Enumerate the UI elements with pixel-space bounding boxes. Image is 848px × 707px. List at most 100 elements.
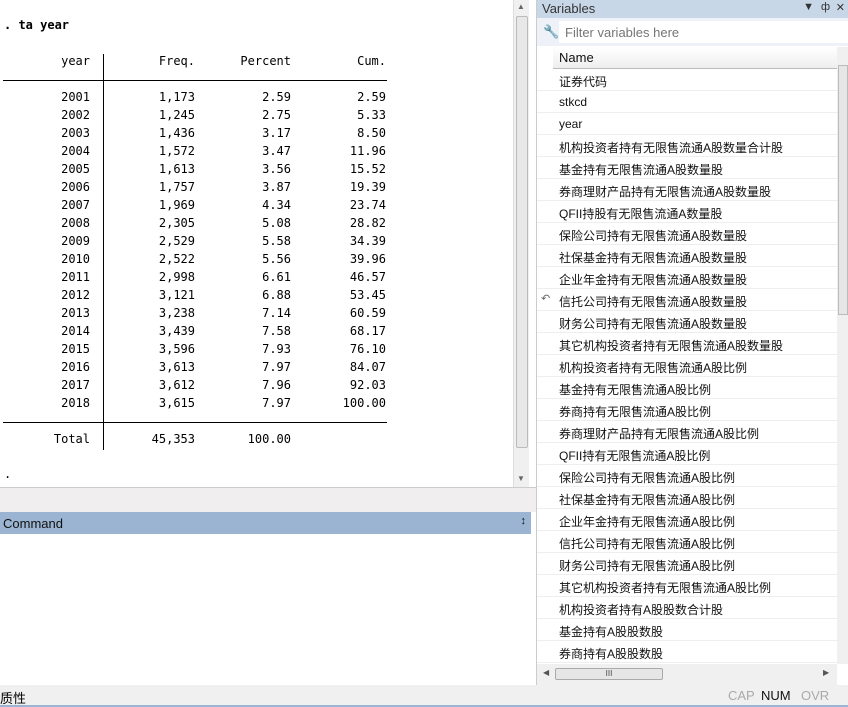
variable-item[interactable]: 财务公司持有无限售流通A股数量股 [537, 311, 837, 333]
filter-funnel-icon[interactable]: ▼ [803, 1, 814, 13]
results-scrollbar[interactable]: ▲ ▼ [513, 0, 529, 487]
close-icon[interactable]: ✕ [836, 1, 845, 14]
variable-name: 财务公司持有无限售流通A股比例 [559, 559, 736, 573]
cell: 84.07 [349, 360, 386, 374]
scroll-thumb[interactable]: III [555, 668, 663, 680]
cell: 2,998 [158, 270, 195, 284]
variable-name: QFII持有无限售流通A股比例 [559, 449, 711, 463]
variable-item[interactable]: QFII持股有无限售流通A数量股 [537, 201, 837, 223]
scroll-up-icon[interactable]: ▲ [514, 2, 528, 11]
variable-item[interactable]: 保险公司持有无限售流通A股数量股 [537, 223, 837, 245]
cell: 1,613 [158, 162, 195, 176]
cell: 5.56 [262, 252, 291, 266]
table-row: 2012 3,121 6.88 53.45 [0, 288, 400, 306]
cell: 3.56 [262, 162, 291, 176]
variable-item[interactable]: 基金持有A股股数股 [537, 619, 837, 641]
cell: Freq. [158, 54, 195, 68]
variable-name: 企业年金持有无限售流通A股比例 [559, 515, 736, 529]
variable-item[interactable]: 券商理财产品持有无限售流通A股数量股 [537, 179, 837, 201]
variable-item[interactable]: 其它机构投资者持有无限售流通A股比例 [537, 575, 837, 597]
variable-item[interactable]: ↶ 信托公司持有无限售流通A股数量股 [537, 289, 837, 311]
cell: 3.17 [262, 126, 291, 140]
status-text: 质性 [0, 691, 27, 706]
variable-item[interactable]: 证券代码 [537, 69, 837, 91]
cell: 2016 [61, 360, 90, 374]
cell: 2005 [61, 162, 90, 176]
cell: 3,612 [158, 378, 195, 392]
variable-item[interactable]: 保险公司持有无限售流通A股比例 [537, 465, 837, 487]
scroll-left-icon[interactable]: ◀ [543, 668, 549, 677]
cell: 2012 [61, 288, 90, 302]
table-row: 2004 1,572 3.47 11.96 [0, 144, 400, 162]
variable-item[interactable]: 券商持有A股股数股 [537, 641, 837, 663]
cell: 2010 [61, 252, 90, 266]
variable-item[interactable]: 券商理财产品持有无限售流通A股比例 [537, 421, 837, 443]
cell: 2,305 [158, 216, 195, 230]
cell: 2008 [61, 216, 90, 230]
num-indicator: NUM [761, 688, 791, 703]
variable-name: 企业年金持有无限售流通A股数量股 [559, 273, 748, 287]
pin-icon[interactable]: ↕ [521, 515, 527, 527]
divider [3, 80, 387, 81]
scroll-thumb[interactable] [516, 16, 528, 448]
variable-item[interactable]: 财务公司持有无限售流通A股比例 [537, 553, 837, 575]
variable-item[interactable]: 机构投资者持有无限售流通A股比例 [537, 355, 837, 377]
cell: 1,969 [158, 198, 195, 212]
table-row: 2007 1,969 4.34 23.74 [0, 198, 400, 216]
cell: 2017 [61, 378, 90, 392]
cap-indicator: CAP [728, 688, 755, 703]
variable-item[interactable]: 社保基金持有无限售流通A股数量股 [537, 245, 837, 267]
variable-item[interactable]: 信托公司持有无限售流通A股比例 [537, 531, 837, 553]
variable-name: 机构投资者持有无限售流通A股比例 [559, 361, 748, 375]
variable-item[interactable]: 券商持有无限售流通A股比例 [537, 399, 837, 421]
variable-item[interactable]: 社保基金持有无限售流通A股比例 [537, 487, 837, 509]
cell: 2011 [61, 270, 90, 284]
variables-vscrollbar[interactable] [837, 47, 848, 664]
scroll-right-icon[interactable]: ▶ [823, 668, 829, 677]
variable-name: 社保基金持有无限售流通A股数量股 [559, 251, 748, 265]
variables-hscrollbar[interactable]: ◀ III ▶ [537, 664, 837, 685]
variable-item[interactable]: 基金持有无限售流通A股比例 [537, 377, 837, 399]
variable-item[interactable]: 其它机构投资者持有无限售流通A股数量股 [537, 333, 837, 355]
cell: 1,173 [158, 90, 195, 104]
cell: 2014 [61, 324, 90, 338]
cell: Cum. [357, 54, 386, 68]
variable-item[interactable]: 机构投资者持有无限售流通A股数量合计股 [537, 135, 837, 157]
name-column-header[interactable]: Name [553, 47, 837, 69]
table-row: 2003 1,436 3.17 8.50 [0, 126, 400, 144]
variable-name: 券商持有A股股数股 [559, 647, 664, 661]
table-row: 2009 2,529 5.58 34.39 [0, 234, 400, 252]
cell: 7.14 [262, 306, 291, 320]
command-input[interactable] [0, 534, 531, 685]
variable-name: 其它机构投资者持有无限售流通A股数量股 [559, 339, 784, 353]
cell: 2.75 [262, 108, 291, 122]
command-panel-header: Command ↕ [0, 512, 531, 534]
filter-variables-input[interactable] [559, 21, 848, 43]
variable-name: 其它机构投资者持有无限售流通A股比例 [559, 581, 772, 595]
wrench-icon[interactable]: 🔧 [543, 24, 559, 40]
cell: 3.87 [262, 180, 291, 194]
variable-name: 券商持有无限售流通A股比例 [559, 405, 712, 419]
filter-bar: 🔧 [537, 18, 848, 46]
cell: 2007 [61, 198, 90, 212]
cell: 60.59 [349, 306, 386, 320]
pin-icon[interactable]: ф [821, 1, 830, 13]
variable-name: 券商理财产品持有无限售流通A股数量股 [559, 185, 772, 199]
table-row: 2010 2,522 5.56 39.96 [0, 252, 400, 270]
variable-item[interactable]: 企业年金持有无限售流通A股比例 [537, 509, 837, 531]
variable-name: 基金持有无限售流通A股比例 [559, 383, 712, 397]
variable-item[interactable]: 基金持有无限售流通A股数量股 [537, 157, 837, 179]
variable-item[interactable]: year [537, 113, 837, 135]
variable-item[interactable]: stkcd [537, 91, 837, 113]
variable-item[interactable]: 企业年金持有无限售流通A股数量股 [537, 267, 837, 289]
scroll-down-icon[interactable]: ▼ [514, 474, 528, 483]
divider [103, 54, 104, 450]
cell: 2001 [61, 90, 90, 104]
variable-item[interactable]: QFII持有无限售流通A股比例 [537, 443, 837, 465]
cell: 2.59 [262, 90, 291, 104]
scroll-thumb[interactable] [838, 65, 848, 315]
variable-name: 机构投资者持有A股股数合计股 [559, 603, 724, 617]
variable-name: 券商理财产品持有无限售流通A股比例 [559, 427, 760, 441]
variable-item[interactable]: 机构投资者持有A股股数合计股 [537, 597, 837, 619]
table-row: 2001 1,173 2.59 2.59 [0, 90, 400, 108]
